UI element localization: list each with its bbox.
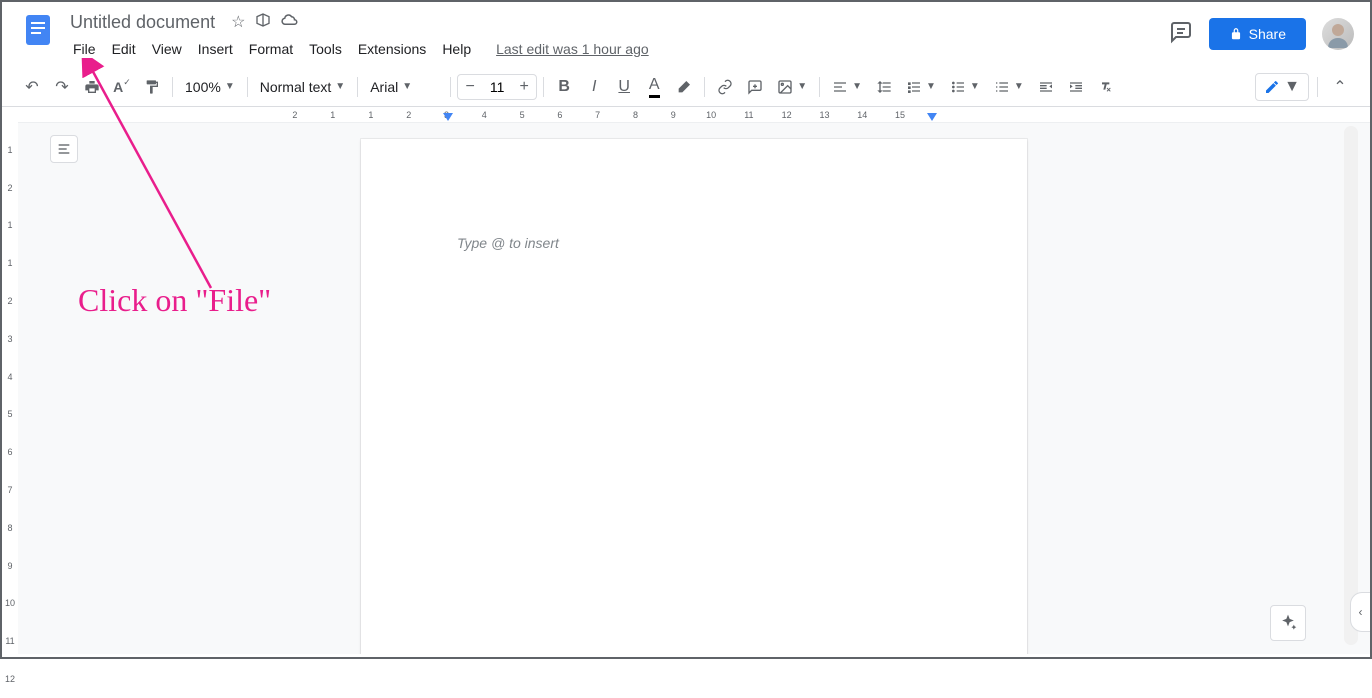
align-button[interactable]: ▼ bbox=[826, 75, 868, 99]
last-edit-link[interactable]: Last edit was 1 hour ago bbox=[496, 41, 649, 57]
menu-extensions[interactable]: Extensions bbox=[351, 37, 433, 61]
italic-button[interactable]: I bbox=[580, 73, 608, 101]
docs-logo[interactable] bbox=[18, 10, 58, 50]
star-icon[interactable]: ☆ bbox=[231, 12, 245, 33]
decrease-indent-button[interactable] bbox=[1032, 73, 1060, 101]
document-placeholder: Type @ to insert bbox=[457, 235, 559, 251]
horizontal-ruler: 21 123456789101112131415 bbox=[18, 107, 1370, 123]
vertical-ruler: 121123456789101112 bbox=[2, 107, 18, 654]
indent-marker-left-icon[interactable] bbox=[443, 113, 453, 123]
menu-format[interactable]: Format bbox=[242, 37, 300, 61]
spellcheck-button[interactable]: A✓ bbox=[108, 73, 136, 101]
cloud-status-icon[interactable] bbox=[281, 12, 299, 33]
checklist-button[interactable]: ▼ bbox=[900, 75, 942, 99]
add-comment-button[interactable] bbox=[741, 73, 769, 101]
insert-link-button[interactable] bbox=[711, 73, 739, 101]
font-size-decrease[interactable]: − bbox=[458, 75, 482, 99]
font-size-input[interactable] bbox=[482, 79, 512, 95]
menu-file[interactable]: File bbox=[66, 37, 103, 61]
undo-button[interactable]: ↶ bbox=[18, 73, 46, 101]
text-color-button[interactable]: A bbox=[640, 73, 668, 101]
menu-tools[interactable]: Tools bbox=[302, 37, 349, 61]
explore-button[interactable] bbox=[1270, 605, 1306, 641]
document-page[interactable]: Type @ to insert bbox=[361, 139, 1027, 654]
pencil-icon bbox=[1264, 79, 1280, 95]
toolbar: ↶ ↷ A✓ 100%▼ Normal text▼ Arial▼ − + B I… bbox=[2, 67, 1370, 107]
move-icon[interactable] bbox=[255, 12, 271, 33]
menu-edit[interactable]: Edit bbox=[105, 37, 143, 61]
vertical-scrollbar[interactable] bbox=[1344, 126, 1358, 645]
side-panel-toggle[interactable]: ‹ bbox=[1350, 592, 1370, 632]
share-button[interactable]: Share bbox=[1209, 18, 1306, 50]
user-avatar[interactable] bbox=[1322, 18, 1354, 50]
menu-view[interactable]: View bbox=[145, 37, 189, 61]
font-size-increase[interactable]: + bbox=[512, 75, 536, 99]
numbered-list-button[interactable]: ▼ bbox=[988, 75, 1030, 99]
insert-image-button[interactable]: ▼ bbox=[771, 75, 813, 99]
zoom-dropdown[interactable]: 100%▼ bbox=[179, 75, 241, 99]
document-title[interactable]: Untitled document bbox=[66, 10, 219, 35]
lock-icon bbox=[1229, 27, 1243, 41]
clear-formatting-button[interactable] bbox=[1092, 73, 1120, 101]
line-spacing-button[interactable] bbox=[870, 73, 898, 101]
highlight-button[interactable] bbox=[670, 73, 698, 101]
bold-button[interactable]: B bbox=[550, 73, 578, 101]
share-label: Share bbox=[1249, 26, 1286, 42]
paragraph-style-dropdown[interactable]: Normal text▼ bbox=[254, 75, 351, 99]
expand-toolbar-button[interactable]: ⌃ bbox=[1326, 73, 1354, 101]
font-dropdown[interactable]: Arial▼ bbox=[364, 75, 444, 99]
menu-help[interactable]: Help bbox=[435, 37, 478, 61]
menu-insert[interactable]: Insert bbox=[191, 37, 240, 61]
bulleted-list-button[interactable]: ▼ bbox=[944, 75, 986, 99]
increase-indent-button[interactable] bbox=[1062, 73, 1090, 101]
paint-format-button[interactable] bbox=[138, 73, 166, 101]
print-button[interactable] bbox=[78, 73, 106, 101]
indent-marker-right-icon[interactable] bbox=[927, 113, 937, 123]
editing-mode-button[interactable]: ▼ bbox=[1255, 73, 1309, 101]
comments-icon[interactable] bbox=[1169, 20, 1193, 49]
redo-button[interactable]: ↷ bbox=[48, 73, 76, 101]
show-outline-button[interactable] bbox=[50, 135, 78, 163]
underline-button[interactable]: U bbox=[610, 73, 638, 101]
